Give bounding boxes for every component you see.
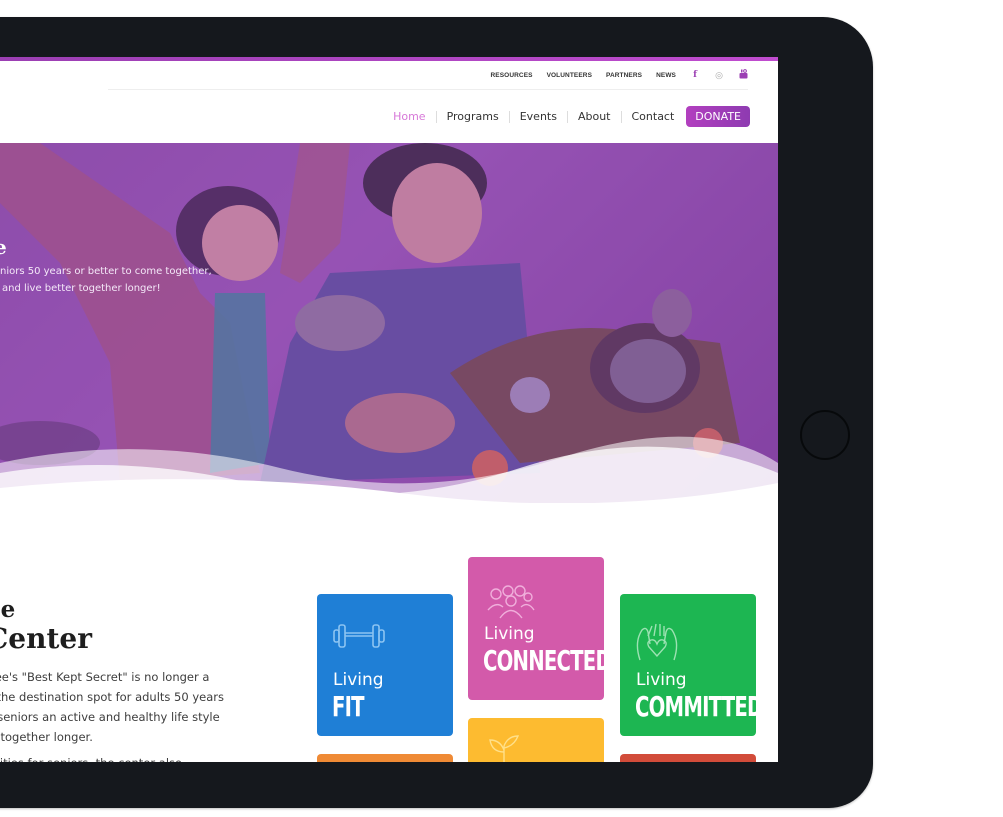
tile-sprout[interactable]: [468, 718, 604, 762]
sprout-icon: [489, 735, 520, 762]
header-divider: [108, 89, 748, 90]
utility-nav: RESOURCES VOLUNTEERS PARTNERS NEWS f ◎: [491, 69, 748, 81]
intro-title-line2: Center: [0, 622, 92, 655]
hero-subtitle-line: and live better together longer!: [2, 283, 161, 294]
nav-contact[interactable]: Contact: [622, 110, 685, 123]
utility-link-volunteers[interactable]: VOLUNTEERS: [547, 72, 592, 79]
nav-programs[interactable]: Programs: [437, 110, 509, 123]
group-icon: [487, 585, 535, 619]
nav-about[interactable]: About: [568, 110, 621, 123]
intro-body: wnee's "Best Kept Secret" is no longer a…: [0, 667, 248, 762]
intro-title: ee Center: [0, 597, 92, 655]
tile-title: COMMITTED: [635, 690, 756, 723]
hero-title: e: [0, 235, 7, 259]
hero-subtitle-line: niors 50 years or better to come togethe…: [0, 266, 212, 277]
tile-orange[interactable]: [317, 754, 453, 762]
dumbbell-icon: [333, 624, 385, 648]
facebook-icon[interactable]: f: [690, 70, 700, 80]
intro-body-line: activities for seniors, the center also: [0, 753, 248, 762]
tile-living-label: Living: [484, 624, 535, 644]
utility-link-resources[interactable]: RESOURCES: [491, 72, 533, 79]
intro-body-line: out the destination spot for adults 50 y…: [0, 690, 224, 704]
nav-events[interactable]: Events: [510, 110, 567, 123]
youtube-icon[interactable]: [738, 69, 748, 81]
hero-photo-seniors-on-scooter: [0, 143, 778, 503]
hero-subtitle: niors 50 years or better to come togethe…: [0, 263, 230, 297]
tile-title: CONNECTED: [483, 644, 604, 677]
donate-button[interactable]: DONATE: [686, 106, 750, 127]
intro-body-line: tter together longer.: [0, 730, 93, 744]
tile-title: FIT: [332, 690, 365, 723]
tablet-home-button[interactable]: [800, 410, 850, 460]
utility-link-news[interactable]: NEWS: [656, 72, 676, 79]
utility-link-partners[interactable]: PARTNERS: [606, 72, 642, 79]
tile-living-label: Living: [333, 670, 384, 690]
intro-body-line: ide seniors an active and healthy life s…: [0, 710, 220, 724]
hands-heart-icon: [636, 623, 678, 661]
hero-banner: e niors 50 years or better to come toget…: [0, 143, 778, 503]
nav-home[interactable]: Home: [383, 110, 435, 123]
intro-body-line: wnee's "Best Kept Secret" is no longer a: [0, 670, 210, 684]
intro-title-line1: ee: [0, 596, 16, 623]
tile-living-committed[interactable]: Living COMMITTED: [620, 594, 756, 736]
tile-living-label: Living: [636, 670, 687, 690]
tile-red[interactable]: [620, 754, 756, 762]
top-accent-bar: [0, 57, 778, 61]
website-screen: RESOURCES VOLUNTEERS PARTNERS NEWS f ◎ H…: [0, 57, 778, 762]
tile-living-fit[interactable]: Living FIT: [317, 594, 453, 736]
instagram-icon[interactable]: ◎: [714, 70, 724, 81]
main-nav: Home Programs Events About Contact DONAT…: [383, 106, 750, 127]
tile-living-connected[interactable]: Living CONNECTED: [468, 557, 604, 700]
